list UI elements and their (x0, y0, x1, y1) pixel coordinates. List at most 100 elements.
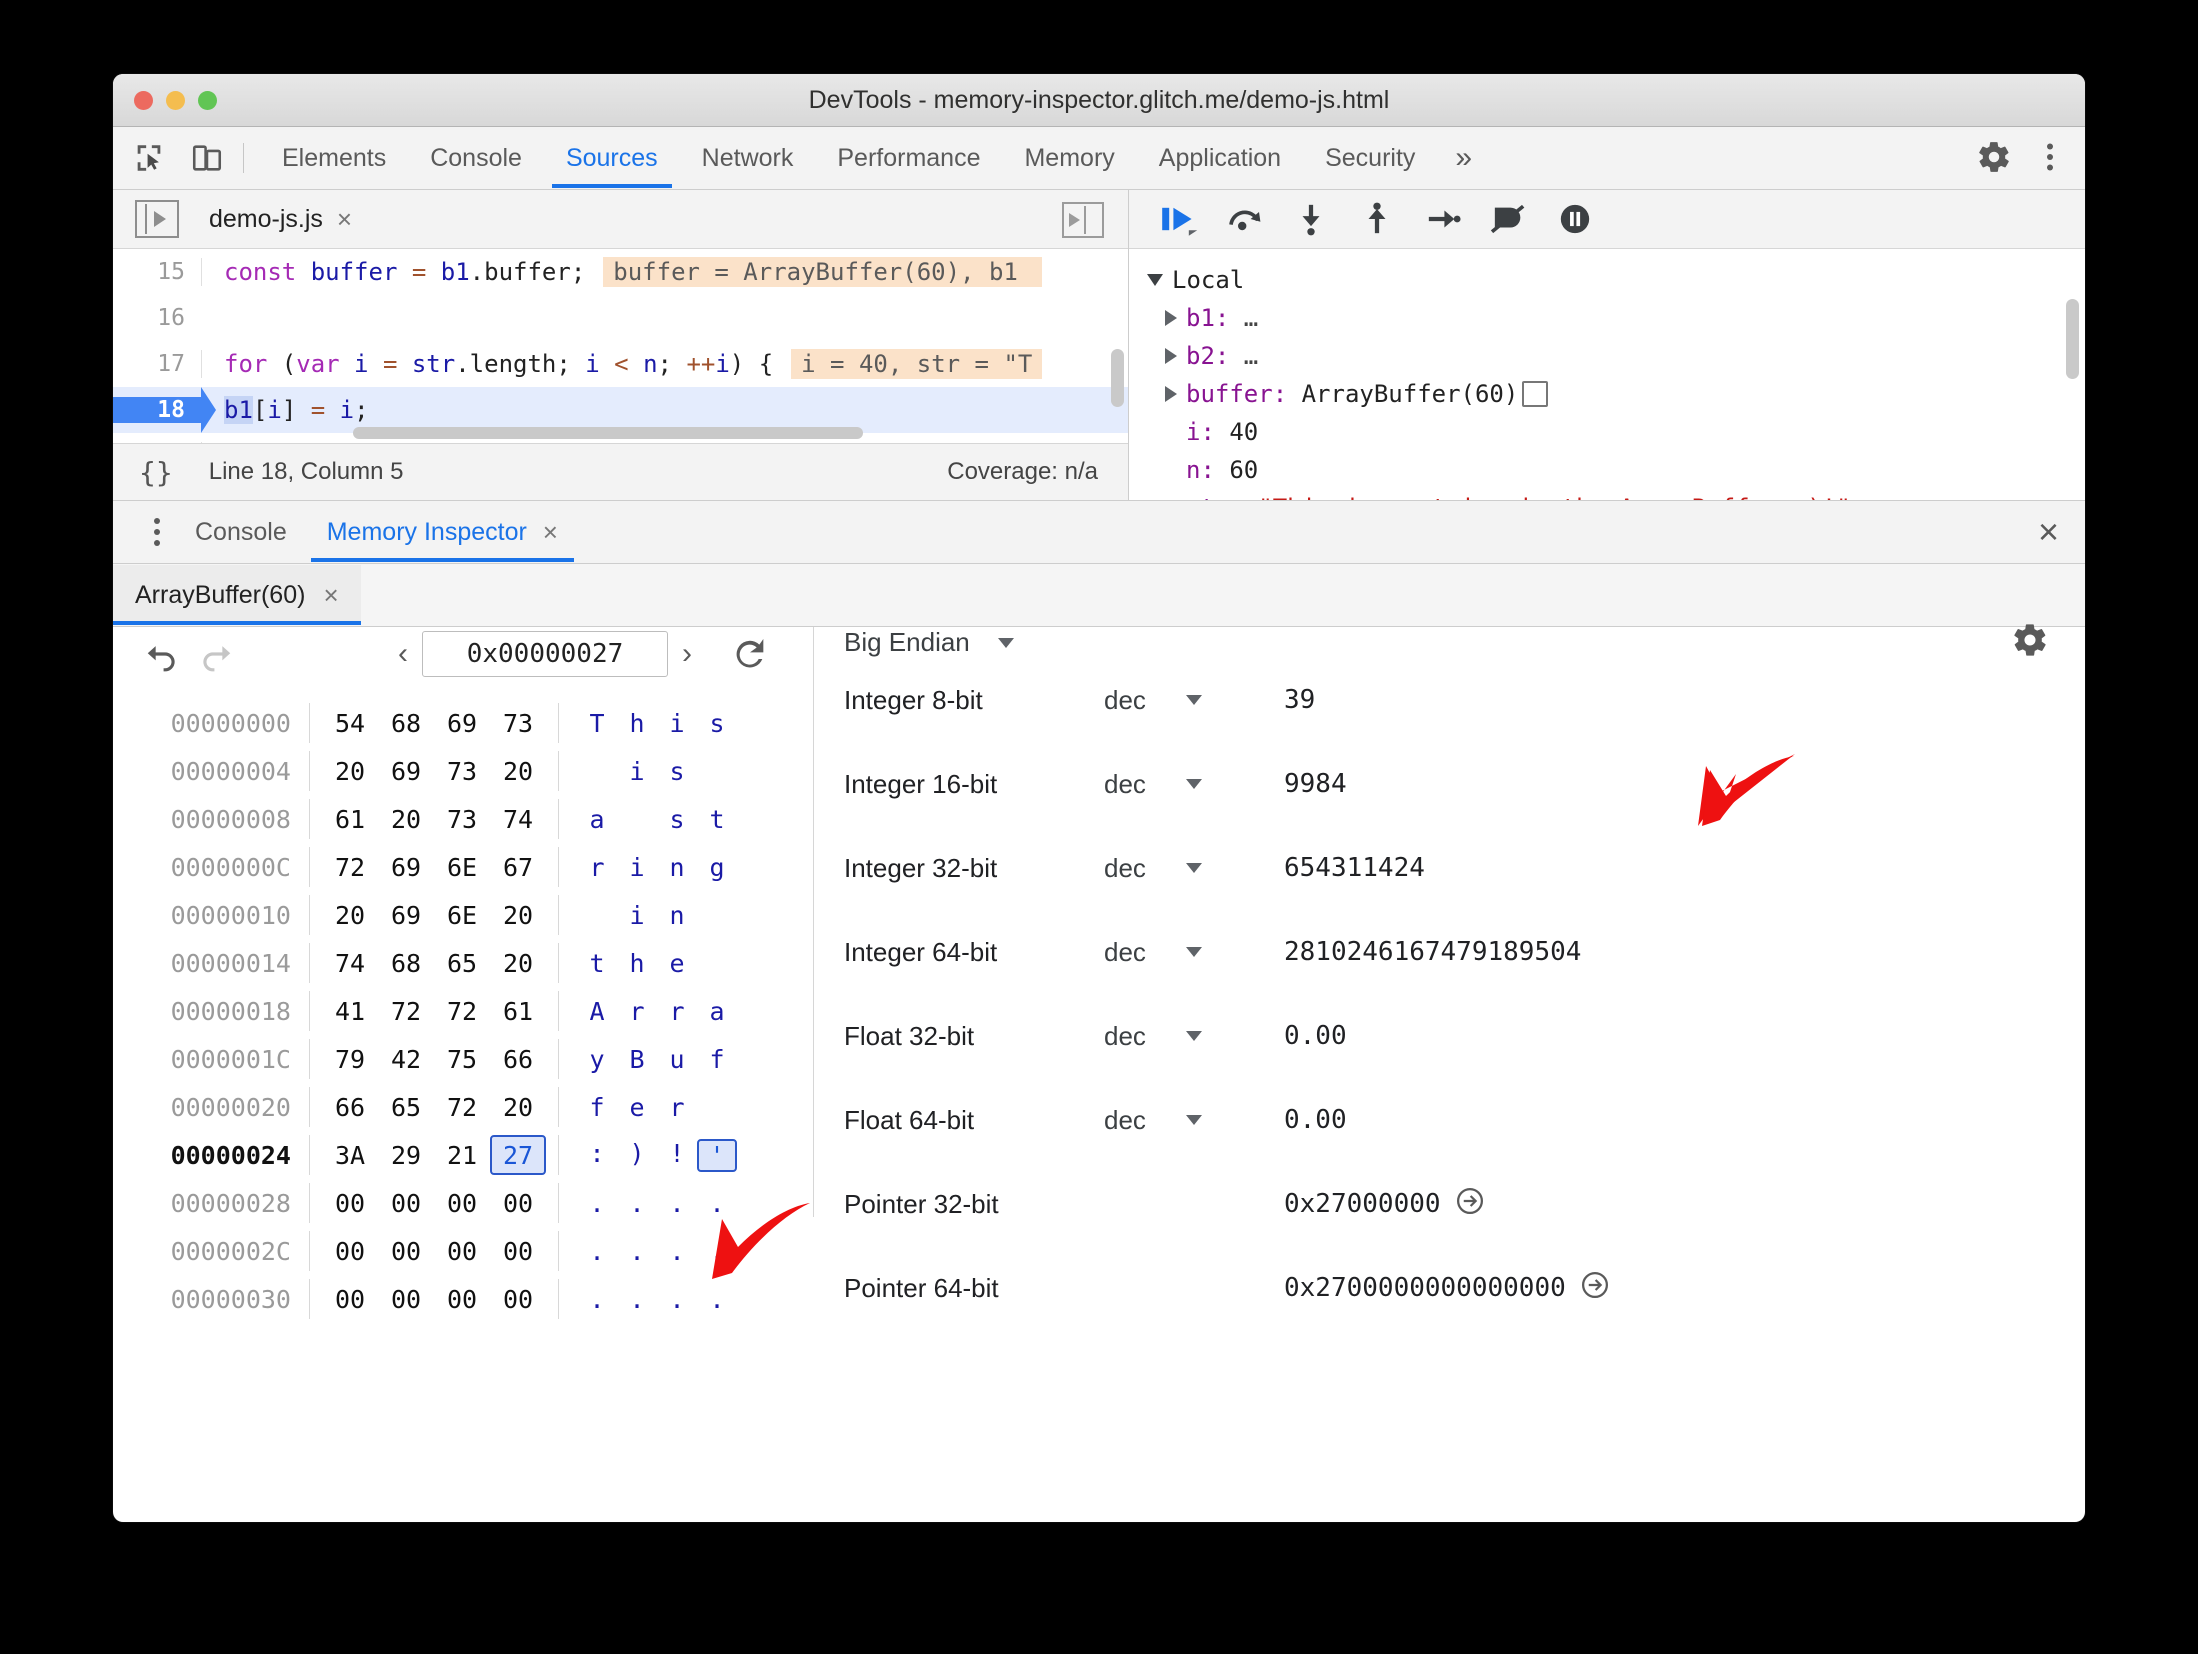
hex-byte[interactable]: 73 (490, 703, 546, 743)
deactivate-breakpoints-icon[interactable] (1481, 196, 1537, 242)
ascii-char[interactable] (697, 757, 737, 786)
ascii-char[interactable]: e (617, 1093, 657, 1122)
ascii-char[interactable]: g (697, 853, 737, 882)
show-debugger-icon[interactable] (1062, 202, 1104, 238)
ascii-char[interactable]: u (657, 1045, 697, 1074)
hex-byte[interactable]: 61 (322, 799, 378, 839)
previous-address-button[interactable]: ‹ (398, 637, 408, 671)
pause-on-exceptions-icon[interactable] (1547, 196, 1603, 242)
hex-byte[interactable]: 00 (434, 1231, 490, 1271)
ascii-char[interactable]: B (617, 1045, 657, 1074)
ascii-char[interactable]: f (697, 1045, 737, 1074)
ascii-char[interactable]: . (657, 1237, 697, 1266)
ascii-char[interactable]: n (657, 901, 697, 930)
hex-byte[interactable]: 00 (434, 1279, 490, 1319)
ascii-char[interactable]: h (617, 709, 657, 738)
hex-byte[interactable]: 00 (490, 1183, 546, 1223)
hex-byte[interactable]: 41 (322, 991, 378, 1031)
value-mode-select[interactable]: dec (1104, 1021, 1284, 1052)
editor-horizontal-scrollbar[interactable] (353, 427, 863, 439)
ascii-char[interactable] (617, 805, 657, 834)
chevron-down-icon[interactable] (1185, 1115, 1202, 1125)
hex-byte[interactable]: 20 (490, 943, 546, 983)
ascii-char[interactable] (577, 757, 617, 786)
close-icon[interactable]: × (323, 565, 338, 625)
more-tabs-icon[interactable]: » (1437, 128, 1490, 188)
line-number[interactable]: 18 (113, 397, 201, 423)
value-mode-select[interactable]: dec (1104, 937, 1284, 968)
ascii-char[interactable]: T (577, 709, 617, 738)
hex-byte[interactable]: 20 (490, 1087, 546, 1127)
ascii-char[interactable]: . (617, 1189, 657, 1218)
ascii-char[interactable]: : (577, 1139, 617, 1172)
ascii-char[interactable]: i (617, 757, 657, 786)
drawer-tab-console[interactable]: Console (175, 502, 307, 562)
ascii-char[interactable]: t (577, 949, 617, 978)
hex-byte[interactable]: 65 (434, 943, 490, 983)
hex-byte[interactable]: 20 (490, 895, 546, 935)
hex-byte[interactable]: 00 (378, 1183, 434, 1223)
chevron-down-icon[interactable] (1185, 947, 1202, 957)
pretty-print-icon[interactable]: {} (139, 456, 173, 489)
hex-byte[interactable]: 6E (434, 895, 490, 935)
value-mode-select[interactable]: dec (1104, 685, 1284, 716)
ascii-char[interactable]: . (617, 1237, 657, 1266)
ascii-char[interactable]: ' (697, 1138, 737, 1172)
hex-byte[interactable]: 69 (378, 751, 434, 791)
hex-byte[interactable]: 74 (490, 799, 546, 839)
value-mode-select[interactable]: dec (1104, 853, 1284, 884)
hex-byte[interactable]: 69 (378, 847, 434, 887)
hex-byte[interactable]: 00 (434, 1183, 490, 1223)
editor-tab-demo-js[interactable]: demo-js.js × (209, 204, 352, 235)
hex-byte[interactable]: 65 (378, 1087, 434, 1127)
value-mode-select[interactable]: dec (1104, 769, 1284, 800)
ascii-char[interactable] (577, 901, 617, 930)
hex-byte[interactable]: 27 (490, 1135, 546, 1175)
ascii-char[interactable]: . (657, 1189, 697, 1218)
chevron-down-icon[interactable] (1185, 695, 1202, 705)
hex-byte[interactable]: 20 (322, 751, 378, 791)
hex-row[interactable]: 00000020 66 65 72 20 f e r (113, 1083, 813, 1131)
settings-gear-icon[interactable] (1969, 132, 2019, 182)
tab-console[interactable]: Console (408, 128, 544, 188)
hex-row[interactable]: 00000010 20 69 6E 20 in (113, 891, 813, 939)
line-number[interactable]: 17 (113, 351, 201, 377)
hex-byte[interactable]: 20 (378, 799, 434, 839)
ascii-char[interactable]: s (697, 709, 737, 738)
scope-variable-buffer[interactable]: buffer: ArrayBuffer(60) (1147, 375, 2085, 413)
step-out-icon[interactable] (1349, 196, 1405, 242)
hex-byte[interactable]: 54 (322, 703, 378, 743)
drawer-menu-icon[interactable] (139, 518, 175, 546)
buffer-tab-arraybuffer[interactable]: ArrayBuffer(60) × (113, 565, 361, 625)
hex-byte[interactable]: 00 (322, 1183, 378, 1223)
ascii-char[interactable]: r (577, 853, 617, 882)
ascii-char[interactable]: e (657, 949, 697, 978)
hex-byte[interactable]: 00 (378, 1279, 434, 1319)
step-into-icon[interactable] (1283, 196, 1339, 242)
hex-byte[interactable]: 00 (378, 1231, 434, 1271)
hex-dump[interactable]: 00000000 54 68 69 73 Th i s 00000004 20 69 73 20 is … (113, 681, 813, 1323)
code-line-16[interactable]: 16 (113, 295, 1128, 341)
ascii-char[interactable]: f (577, 1093, 617, 1122)
ascii-char[interactable]: a (697, 997, 737, 1026)
hex-byte[interactable]: 29 (378, 1135, 434, 1175)
ascii-char[interactable]: ) (617, 1139, 657, 1172)
tab-sources[interactable]: Sources (544, 128, 680, 188)
hex-byte[interactable]: 20 (490, 751, 546, 791)
jump-to-address-icon[interactable] (1580, 1270, 1610, 1307)
undo-icon[interactable] (135, 627, 189, 681)
ascii-char[interactable]: . (657, 1285, 697, 1314)
chevron-down-icon[interactable] (1185, 1031, 1202, 1041)
ascii-char[interactable]: ! (657, 1139, 697, 1172)
ascii-char[interactable]: . (577, 1285, 617, 1314)
hex-byte[interactable]: 79 (322, 1039, 378, 1079)
chevron-right-icon[interactable] (1165, 310, 1177, 326)
hex-byte[interactable]: 66 (322, 1087, 378, 1127)
ascii-char[interactable]: a (577, 805, 617, 834)
ascii-char[interactable]: n (657, 853, 697, 882)
jump-to-address-icon[interactable] (1455, 1186, 1485, 1223)
hex-byte[interactable]: 00 (490, 1279, 546, 1319)
scope-variable-b1[interactable]: b1: … (1147, 299, 2085, 337)
hex-row[interactable]: 00000030 00 00 00 00.... (113, 1275, 813, 1323)
scope-variable-i[interactable]: i: 40 (1147, 413, 2085, 451)
